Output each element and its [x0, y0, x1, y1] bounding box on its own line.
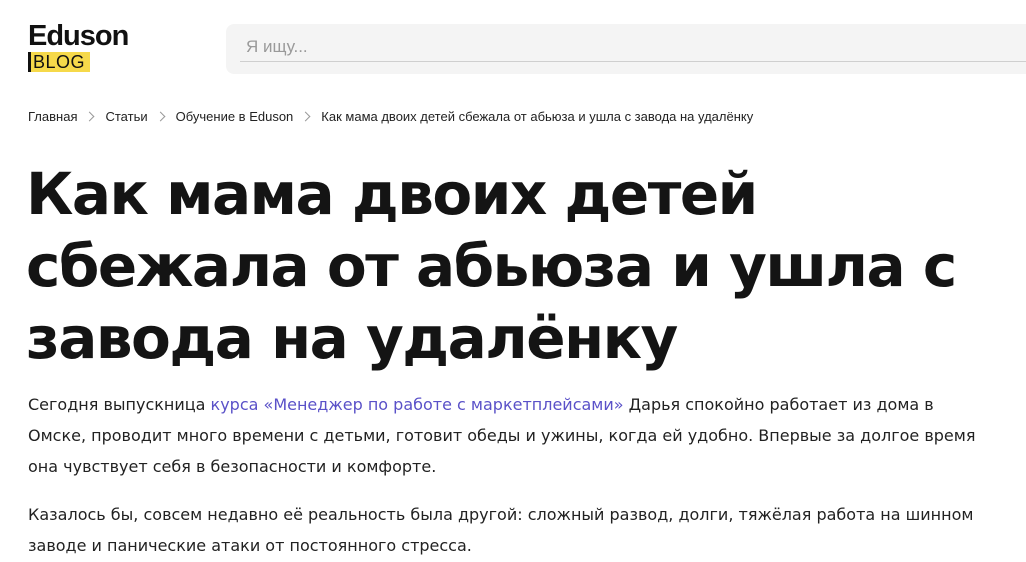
- chevron-right-icon: [155, 111, 166, 122]
- chevron-right-icon: [300, 111, 311, 122]
- logo-wordmark: Eduson: [28, 20, 129, 52]
- breadcrumb: Главная Статьи Обучение в Eduson Как мам…: [28, 109, 753, 124]
- article-paragraph: Казалось бы, совсем недавно её реальност…: [28, 505, 974, 555]
- eduson-blog-logo[interactable]: Eduson BLOG: [28, 20, 129, 73]
- breadcrumb-current: Как мама двоих детей сбежала от абьюза и…: [321, 109, 754, 124]
- article-title: Как мама двоих детей сбежала от абьюза и…: [26, 160, 957, 372]
- logo-blog-badge: BLOG: [28, 52, 91, 72]
- chevron-right-icon: [85, 111, 95, 122]
- course-link[interactable]: курса «Менеджер по работе с маркетплейса…: [211, 395, 624, 414]
- article-paragraph: Сегодня выпускница курса «Менеджер по ра…: [28, 389, 988, 482]
- search-bar: [226, 24, 1026, 74]
- search-input[interactable]: [240, 33, 1026, 62]
- breadcrumb-home[interactable]: Главная: [28, 109, 77, 124]
- paragraph-text: Сегодня выпускница: [28, 395, 211, 414]
- breadcrumb-category[interactable]: Обучение в Eduson: [176, 109, 294, 124]
- breadcrumb-articles[interactable]: Статьи: [105, 109, 147, 124]
